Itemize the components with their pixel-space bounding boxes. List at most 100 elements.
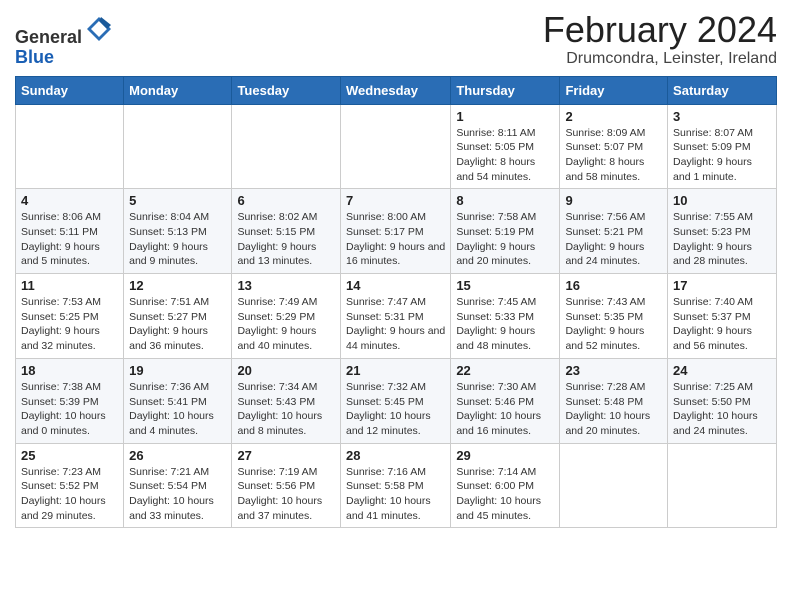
day-number: 17	[673, 278, 771, 293]
calendar-cell: 24 Sunrise: 7:25 AM Sunset: 5:50 PM Dayli…	[668, 358, 777, 443]
calendar-cell: 17 Sunrise: 7:40 AM Sunset: 5:37 PM Dayli…	[668, 274, 777, 359]
day-info: Sunrise: 7:21 AM Sunset: 5:54 PM Dayligh…	[129, 465, 226, 524]
day-number: 15	[456, 278, 554, 293]
logo: General Blue	[15, 15, 113, 68]
day-info: Sunrise: 7:16 AM Sunset: 5:58 PM Dayligh…	[346, 465, 445, 524]
day-number: 6	[237, 193, 335, 208]
day-info: Sunrise: 7:55 AM Sunset: 5:23 PM Dayligh…	[673, 210, 771, 269]
day-number: 21	[346, 363, 445, 378]
day-info: Sunrise: 8:09 AM Sunset: 5:07 PM Dayligh…	[565, 126, 662, 185]
calendar-cell: 15 Sunrise: 7:45 AM Sunset: 5:33 PM Dayli…	[451, 274, 560, 359]
calendar-cell	[124, 104, 232, 189]
calendar-cell: 9Sunrise: 7:56 AM Sunset: 5:21 PM Daylig…	[560, 189, 668, 274]
calendar-cell: 19Sunrise: 7:36 AM Sunset: 5:41 PM Dayli…	[124, 358, 232, 443]
calendar-cell: 25 Sunrise: 7:23 AM Sunset: 5:52 PM Dayli…	[16, 443, 124, 528]
day-number: 18	[21, 363, 118, 378]
day-number: 13	[237, 278, 335, 293]
calendar-cell	[560, 443, 668, 528]
day-info: Sunrise: 7:53 AM Sunset: 5:25 PM Dayligh…	[21, 295, 118, 354]
weekday-header-monday: Monday	[124, 76, 232, 104]
day-number: 16	[565, 278, 662, 293]
day-number: 28	[346, 448, 445, 463]
day-number: 8	[456, 193, 554, 208]
calendar-week-row: 25 Sunrise: 7:23 AM Sunset: 5:52 PM Dayli…	[16, 443, 777, 528]
day-info: Sunrise: 7:45 AM Sunset: 5:33 PM Dayligh…	[456, 295, 554, 354]
day-info: Sunrise: 8:11 AM Sunset: 5:05 PM Dayligh…	[456, 126, 554, 185]
day-info: Sunrise: 7:28 AM Sunset: 5:48 PM Dayligh…	[565, 380, 662, 439]
day-number: 10	[673, 193, 771, 208]
calendar-cell: 3Sunrise: 8:07 AM Sunset: 5:09 PM Daylig…	[668, 104, 777, 189]
day-number: 20	[237, 363, 335, 378]
weekday-header-thursday: Thursday	[451, 76, 560, 104]
calendar-cell	[668, 443, 777, 528]
calendar-cell: 29 Sunrise: 7:14 AM Sunset: 6:00 PM Dayli…	[451, 443, 560, 528]
calendar-cell: 16 Sunrise: 7:43 AM Sunset: 5:35 PM Dayli…	[560, 274, 668, 359]
weekday-header-tuesday: Tuesday	[232, 76, 341, 104]
calendar-cell: 26 Sunrise: 7:21 AM Sunset: 5:54 PM Dayli…	[124, 443, 232, 528]
calendar-cell: 1 Sunrise: 8:11 AM Sunset: 5:05 PM Daylig…	[451, 104, 560, 189]
calendar-cell: 22Sunrise: 7:30 AM Sunset: 5:46 PM Dayli…	[451, 358, 560, 443]
calendar-cell	[16, 104, 124, 189]
calendar-table: SundayMondayTuesdayWednesdayThursdayFrid…	[15, 76, 777, 529]
weekday-header-sunday: Sunday	[16, 76, 124, 104]
calendar-cell: 10 Sunrise: 7:55 AM Sunset: 5:23 PM Dayli…	[668, 189, 777, 274]
calendar-cell: 14 Sunrise: 7:47 AM Sunset: 5:31 PM Dayli…	[340, 274, 450, 359]
calendar-cell: 27Sunrise: 7:19 AM Sunset: 5:56 PM Dayli…	[232, 443, 341, 528]
day-number: 14	[346, 278, 445, 293]
day-number: 24	[673, 363, 771, 378]
header: General Blue February 2024 Drumcondra, L…	[15, 10, 777, 68]
day-info: Sunrise: 8:00 AM Sunset: 5:17 PM Dayligh…	[346, 210, 445, 269]
day-number: 2	[565, 109, 662, 124]
calendar-cell: 13 Sunrise: 7:49 AM Sunset: 5:29 PM Dayli…	[232, 274, 341, 359]
day-number: 5	[129, 193, 226, 208]
day-info: Sunrise: 7:25 AM Sunset: 5:50 PM Dayligh…	[673, 380, 771, 439]
day-number: 9	[565, 193, 662, 208]
title-area: February 2024 Drumcondra, Leinster, Irel…	[543, 10, 777, 68]
day-number: 29	[456, 448, 554, 463]
calendar-cell: 8 Sunrise: 7:58 AM Sunset: 5:19 PM Daylig…	[451, 189, 560, 274]
calendar-cell	[340, 104, 450, 189]
calendar-cell: 21 Sunrise: 7:32 AM Sunset: 5:45 PM Dayli…	[340, 358, 450, 443]
calendar-cell: 20 Sunrise: 7:34 AM Sunset: 5:43 PM Dayli…	[232, 358, 341, 443]
day-info: Sunrise: 8:04 AM Sunset: 5:13 PM Dayligh…	[129, 210, 226, 269]
day-info: Sunrise: 7:34 AM Sunset: 5:43 PM Dayligh…	[237, 380, 335, 439]
day-number: 27	[237, 448, 335, 463]
day-info: Sunrise: 7:23 AM Sunset: 5:52 PM Dayligh…	[21, 465, 118, 524]
calendar-cell: 5 Sunrise: 8:04 AM Sunset: 5:13 PM Daylig…	[124, 189, 232, 274]
calendar-cell: 28 Sunrise: 7:16 AM Sunset: 5:58 PM Dayli…	[340, 443, 450, 528]
day-info: Sunrise: 7:30 AM Sunset: 5:46 PM Dayligh…	[456, 380, 554, 439]
day-number: 1	[456, 109, 554, 124]
day-number: 26	[129, 448, 226, 463]
calendar-week-row: 4Sunrise: 8:06 AM Sunset: 5:11 PM Daylig…	[16, 189, 777, 274]
day-info: Sunrise: 7:49 AM Sunset: 5:29 PM Dayligh…	[237, 295, 335, 354]
day-number: 7	[346, 193, 445, 208]
day-info: Sunrise: 8:02 AM Sunset: 5:15 PM Dayligh…	[237, 210, 335, 269]
day-info: Sunrise: 7:43 AM Sunset: 5:35 PM Dayligh…	[565, 295, 662, 354]
day-info: Sunrise: 7:58 AM Sunset: 5:19 PM Dayligh…	[456, 210, 554, 269]
day-info: Sunrise: 7:47 AM Sunset: 5:31 PM Dayligh…	[346, 295, 445, 354]
day-number: 12	[129, 278, 226, 293]
day-info: Sunrise: 8:07 AM Sunset: 5:09 PM Dayligh…	[673, 126, 771, 185]
calendar-cell	[232, 104, 341, 189]
month-title: February 2024	[543, 10, 777, 50]
day-number: 4	[21, 193, 118, 208]
calendar-week-row: 1 Sunrise: 8:11 AM Sunset: 5:05 PM Daylig…	[16, 104, 777, 189]
day-number: 25	[21, 448, 118, 463]
day-number: 19	[129, 363, 226, 378]
weekday-header-row: SundayMondayTuesdayWednesdayThursdayFrid…	[16, 76, 777, 104]
logo-blue-text: Blue	[15, 47, 54, 67]
day-info: Sunrise: 7:38 AM Sunset: 5:39 PM Dayligh…	[21, 380, 118, 439]
calendar-cell: 6 Sunrise: 8:02 AM Sunset: 5:15 PM Daylig…	[232, 189, 341, 274]
day-number: 11	[21, 278, 118, 293]
day-info: Sunrise: 7:32 AM Sunset: 5:45 PM Dayligh…	[346, 380, 445, 439]
weekday-header-friday: Friday	[560, 76, 668, 104]
day-info: Sunrise: 7:51 AM Sunset: 5:27 PM Dayligh…	[129, 295, 226, 354]
day-number: 23	[565, 363, 662, 378]
calendar-week-row: 11 Sunrise: 7:53 AM Sunset: 5:25 PM Dayli…	[16, 274, 777, 359]
location-title: Drumcondra, Leinster, Ireland	[543, 50, 777, 68]
day-info: Sunrise: 7:40 AM Sunset: 5:37 PM Dayligh…	[673, 295, 771, 354]
calendar-week-row: 18 Sunrise: 7:38 AM Sunset: 5:39 PM Dayli…	[16, 358, 777, 443]
calendar-cell: 2 Sunrise: 8:09 AM Sunset: 5:07 PM Daylig…	[560, 104, 668, 189]
weekday-header-saturday: Saturday	[668, 76, 777, 104]
day-info: Sunrise: 7:14 AM Sunset: 6:00 PM Dayligh…	[456, 465, 554, 524]
